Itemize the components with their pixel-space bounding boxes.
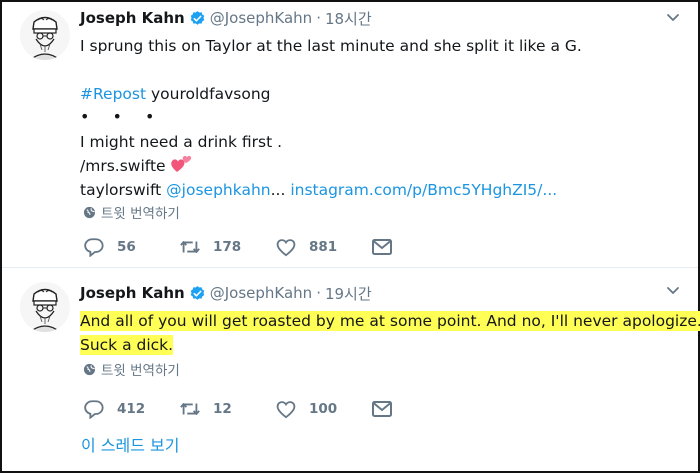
repost-line: #Repost youroldfavsong <box>80 82 668 106</box>
message-button[interactable] <box>371 400 467 418</box>
like-icon <box>276 401 296 419</box>
envelope-icon <box>372 239 392 255</box>
tweet-1[interactable]: Joseph Kahn @JosephKahn · 18시간 I sprung … <box>2 2 698 268</box>
ellipsis-dots: • • • <box>80 107 164 126</box>
reply-count: 56 <box>117 239 136 255</box>
reply-button[interactable]: 412 <box>83 399 179 419</box>
chevron-down-icon[interactable] <box>666 283 680 297</box>
tweet-content: Joseph Kahn @JosephKahn · 19시간 And all o… <box>80 281 700 357</box>
reply-button[interactable]: 56 <box>83 237 179 257</box>
highlighted-text: And all of you will get roasted by me at… <box>80 311 700 331</box>
like-count: 100 <box>309 401 338 417</box>
avatar[interactable] <box>20 10 70 60</box>
tweet-line: I might need a drink first . <box>80 133 283 151</box>
reply-icon <box>84 400 104 419</box>
tweet-content: Joseph Kahn @JosephKahn · 18시간 I sprung … <box>80 6 668 202</box>
author-name[interactable]: Joseph Kahn <box>80 284 185 302</box>
instagram-link[interactable]: instagram.com/p/Bmc5YHghZI5/... <box>290 181 557 199</box>
verified-badge-icon <box>190 10 204 25</box>
source-user: taylorswift <box>80 181 167 199</box>
retweet-button[interactable]: 178 <box>179 237 275 257</box>
tweet-header: Joseph Kahn @JosephKahn · 19시간 <box>80 281 668 305</box>
timestamp[interactable]: 19시간 <box>325 283 372 304</box>
separator-dot: · <box>316 9 321 27</box>
ellipsis-text: ... <box>270 181 291 199</box>
mention-link[interactable]: @josephkahn <box>166 181 270 199</box>
avatar-sketch-icon <box>20 10 70 60</box>
author-name[interactable]: Joseph Kahn <box>80 9 185 27</box>
translate-tweet-button[interactable]: 트윗 번역하기 <box>83 359 180 379</box>
reply-count: 412 <box>117 401 146 417</box>
like-count: 881 <box>309 239 338 255</box>
show-thread-link[interactable]: 이 스레드 보기 <box>81 432 180 456</box>
globe-icon <box>83 363 96 375</box>
source-line: taylorswift @josephkahn... instagram.com… <box>80 178 668 202</box>
mrs-text: /mrs.swifte <box>80 157 166 175</box>
tweet-line: And all of you will get roasted by me at… <box>80 309 700 333</box>
retweet-icon <box>180 241 200 253</box>
separator-dot: · <box>316 284 321 302</box>
tweet-2[interactable]: Joseph Kahn @JosephKahn · 19시간 And all o… <box>2 269 700 424</box>
avatar[interactable] <box>20 282 70 332</box>
chevron-down-icon[interactable] <box>666 10 680 24</box>
highlighted-text: Suck a dick. <box>80 335 174 355</box>
envelope-icon <box>372 401 392 417</box>
hashtag-link[interactable]: #Repost <box>80 85 146 103</box>
tweet-line: I sprung this on Taylor at the last minu… <box>80 37 582 55</box>
retweet-count: 178 <box>213 239 242 255</box>
retweet-button[interactable]: 12 <box>179 399 275 419</box>
timestamp[interactable]: 18시간 <box>325 8 372 29</box>
tweet-text: And all of you will get roasted by me at… <box>80 309 700 357</box>
like-button[interactable]: 100 <box>275 399 371 419</box>
tweet-actions: 412 12 100 <box>83 399 467 419</box>
reply-icon <box>84 238 104 257</box>
translate-label: 트윗 번역하기 <box>101 206 180 222</box>
tweet-line: Suck a dick. <box>80 333 668 357</box>
tweet-text: I sprung this on Taylor at the last minu… <box>80 34 668 202</box>
repost-user: youroldfavsong <box>146 85 271 103</box>
like-button[interactable]: 881 <box>275 237 371 257</box>
two-hearts-icon <box>170 155 191 172</box>
author-handle[interactable]: @JosephKahn <box>210 284 312 302</box>
tweet-actions: 56 178 881 <box>83 237 467 257</box>
translate-label: 트윗 번역하기 <box>101 363 180 379</box>
retweet-count: 12 <box>213 401 232 417</box>
verified-badge-icon <box>190 285 204 300</box>
author-handle[interactable]: @JosephKahn <box>210 9 312 27</box>
mrs-line: /mrs.swifte <box>80 154 668 178</box>
retweet-icon <box>180 403 200 415</box>
tweet-header: Joseph Kahn @JosephKahn · 18시간 <box>80 6 668 30</box>
globe-icon <box>83 206 96 218</box>
message-button[interactable] <box>371 238 467 256</box>
translate-tweet-button[interactable]: 트윗 번역하기 <box>83 202 180 222</box>
avatar-sketch-icon <box>20 282 70 332</box>
like-icon <box>276 239 296 257</box>
